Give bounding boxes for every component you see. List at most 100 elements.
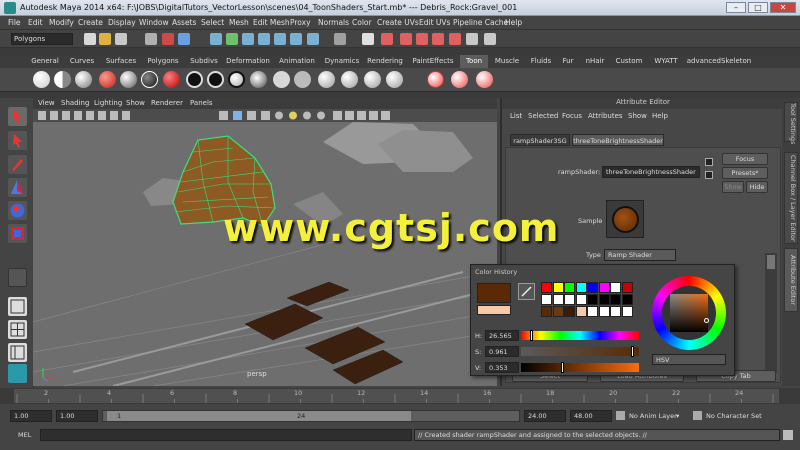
saturation-field[interactable]: 0.961 <box>485 346 519 357</box>
vp-menu-lighting[interactable]: Lighting <box>94 99 122 107</box>
construction-history-icon[interactable] <box>334 33 346 45</box>
menu-window[interactable]: Window <box>139 18 169 27</box>
end-time-field[interactable]: 48.00 <box>570 410 612 422</box>
single-layout-icon[interactable] <box>8 297 27 316</box>
playback-end-field[interactable]: 24.00 <box>524 410 566 422</box>
shelf-tab-toon[interactable]: Toon <box>460 55 488 68</box>
history-swatch[interactable] <box>564 282 575 293</box>
history-swatch[interactable] <box>621 306 633 317</box>
history-swatch[interactable] <box>564 294 575 305</box>
toon-line-icon[interactable] <box>273 71 290 88</box>
menu-display[interactable]: Display <box>108 18 136 27</box>
focus-arrow-icon[interactable] <box>705 158 713 166</box>
toon-red-lips-3-icon[interactable] <box>476 71 493 88</box>
anim-layer-label[interactable]: No Anim Layer <box>629 412 677 420</box>
snap-grid-icon[interactable] <box>226 33 238 45</box>
menu-color[interactable]: Color <box>352 18 372 27</box>
presets-arrow-icon[interactable] <box>705 171 713 179</box>
select-component-icon[interactable] <box>178 33 190 45</box>
render-frame-icon[interactable] <box>362 33 374 45</box>
maximize-button[interactable]: □ <box>748 2 768 13</box>
persp-graph-layout-icon[interactable] <box>8 364 27 383</box>
history-swatch[interactable] <box>552 306 564 317</box>
toon-crease-icon[interactable] <box>250 71 267 88</box>
toon-line-2-icon[interactable] <box>294 71 311 88</box>
ipr-render-icon[interactable] <box>381 33 393 45</box>
shelf-tab-rendering[interactable]: Rendering <box>364 55 406 68</box>
playback-start-field[interactable]: 1.00 <box>56 410 98 422</box>
start-time-field[interactable]: 1.00 <box>10 410 52 422</box>
character-set-label[interactable]: No Character Set <box>706 412 762 420</box>
last-tool-icon[interactable] <box>8 268 27 287</box>
vp-menu-view[interactable]: View <box>38 99 55 107</box>
history-swatch[interactable] <box>621 294 633 305</box>
history-swatch[interactable] <box>610 294 621 305</box>
tab-threetonebrightnessshader[interactable]: threeToneBrightnessShader <box>572 134 664 146</box>
toon-shaded-icon[interactable] <box>75 71 92 88</box>
snap-curve-icon[interactable] <box>242 33 254 45</box>
toon-outline-2-icon[interactable] <box>207 71 224 88</box>
menu-edit[interactable]: Edit <box>28 18 43 27</box>
snap-plane-icon[interactable] <box>274 33 286 45</box>
time-slider[interactable]: 2 4 6 8 10 12 14 16 18 20 22 24 <box>0 388 800 404</box>
shelf-tab-curves[interactable]: Curves <box>64 55 100 68</box>
save-scene-icon[interactable] <box>115 33 127 45</box>
vp-menu-show[interactable]: Show <box>126 99 145 107</box>
shelf-tab-animation[interactable]: Animation <box>274 55 320 68</box>
menu-modify[interactable]: Modify <box>49 18 74 27</box>
presets-button[interactable]: Presets* <box>722 167 768 179</box>
hue-field[interactable]: 26.565 <box>485 330 519 341</box>
hue-wheel[interactable] <box>652 276 726 350</box>
range-slider-handle[interactable] <box>107 411 411 421</box>
history-swatch[interactable] <box>598 306 610 317</box>
show-button[interactable]: Show <box>722 181 744 193</box>
minimize-button[interactable]: – <box>726 2 746 13</box>
toon-dark-icon[interactable] <box>141 71 158 88</box>
history-swatch[interactable] <box>575 282 587 293</box>
menu-edit-mesh[interactable]: Edit Mesh <box>253 18 290 27</box>
shelf-tab-polygons[interactable]: Polygons <box>142 55 184 68</box>
history-swatch[interactable] <box>575 294 587 305</box>
ae-menu-list[interactable]: List <box>510 112 522 120</box>
shelf-tab-wyatt[interactable]: WYATT <box>648 55 684 68</box>
render-globals-icon[interactable] <box>449 33 461 45</box>
anim-layer-arrow-icon[interactable]: ▾ <box>676 412 679 420</box>
attribute-editor-tab[interactable]: Attribute Editor <box>784 248 798 312</box>
hypershade-icon[interactable] <box>416 33 428 45</box>
persp-outliner-layout-icon[interactable] <box>8 343 27 362</box>
toon-red-icon[interactable] <box>99 71 116 88</box>
four-view-layout-icon[interactable] <box>8 320 27 339</box>
ae-menu-selected[interactable]: Selected <box>528 112 558 120</box>
render-settings-icon[interactable] <box>400 33 412 45</box>
command-input[interactable] <box>40 429 412 441</box>
shader-name-field[interactable]: threeToneBrightnessShader <box>602 166 700 178</box>
hide-button[interactable]: Hide <box>746 181 768 193</box>
history-swatch[interactable] <box>575 306 587 317</box>
close-button[interactable]: ✕ <box>770 2 796 13</box>
history-swatch[interactable] <box>541 306 552 317</box>
history-swatch[interactable] <box>587 294 598 305</box>
history-icon[interactable] <box>307 33 319 45</box>
menu-proxy[interactable]: Proxy <box>290 18 311 27</box>
channel-box-tab[interactable]: Channel Box / Layer Editor <box>784 152 798 244</box>
history-swatch[interactable] <box>598 294 610 305</box>
toon-marker-icon[interactable] <box>386 71 403 88</box>
magnet-icon[interactable] <box>466 33 478 45</box>
saturation-slider[interactable] <box>521 346 639 357</box>
shelf-tab-subdivs[interactable]: Subdivs <box>186 55 222 68</box>
select-hierarchy-icon[interactable] <box>145 33 157 45</box>
ae-menu-attributes[interactable]: Attributes <box>588 112 623 120</box>
vp-menu-renderer[interactable]: Renderer <box>151 99 183 107</box>
paint-select-tool-icon[interactable] <box>8 155 27 174</box>
history-swatch[interactable] <box>552 294 564 305</box>
rock-mesh[interactable] <box>378 130 473 172</box>
scene-view[interactable] <box>33 122 497 386</box>
ae-menu-focus[interactable]: Focus <box>562 112 582 120</box>
pick-mask-icon[interactable] <box>210 33 222 45</box>
shelf-tab-advancedskeleton[interactable]: advancedSkeleton <box>686 55 752 68</box>
ae-menu-help[interactable]: Help <box>652 112 668 120</box>
menu-assets[interactable]: Assets <box>172 18 196 27</box>
eyedropper-icon[interactable] <box>518 283 535 300</box>
script-editor-icon[interactable] <box>783 430 793 440</box>
toon-outline-icon[interactable] <box>186 71 203 88</box>
